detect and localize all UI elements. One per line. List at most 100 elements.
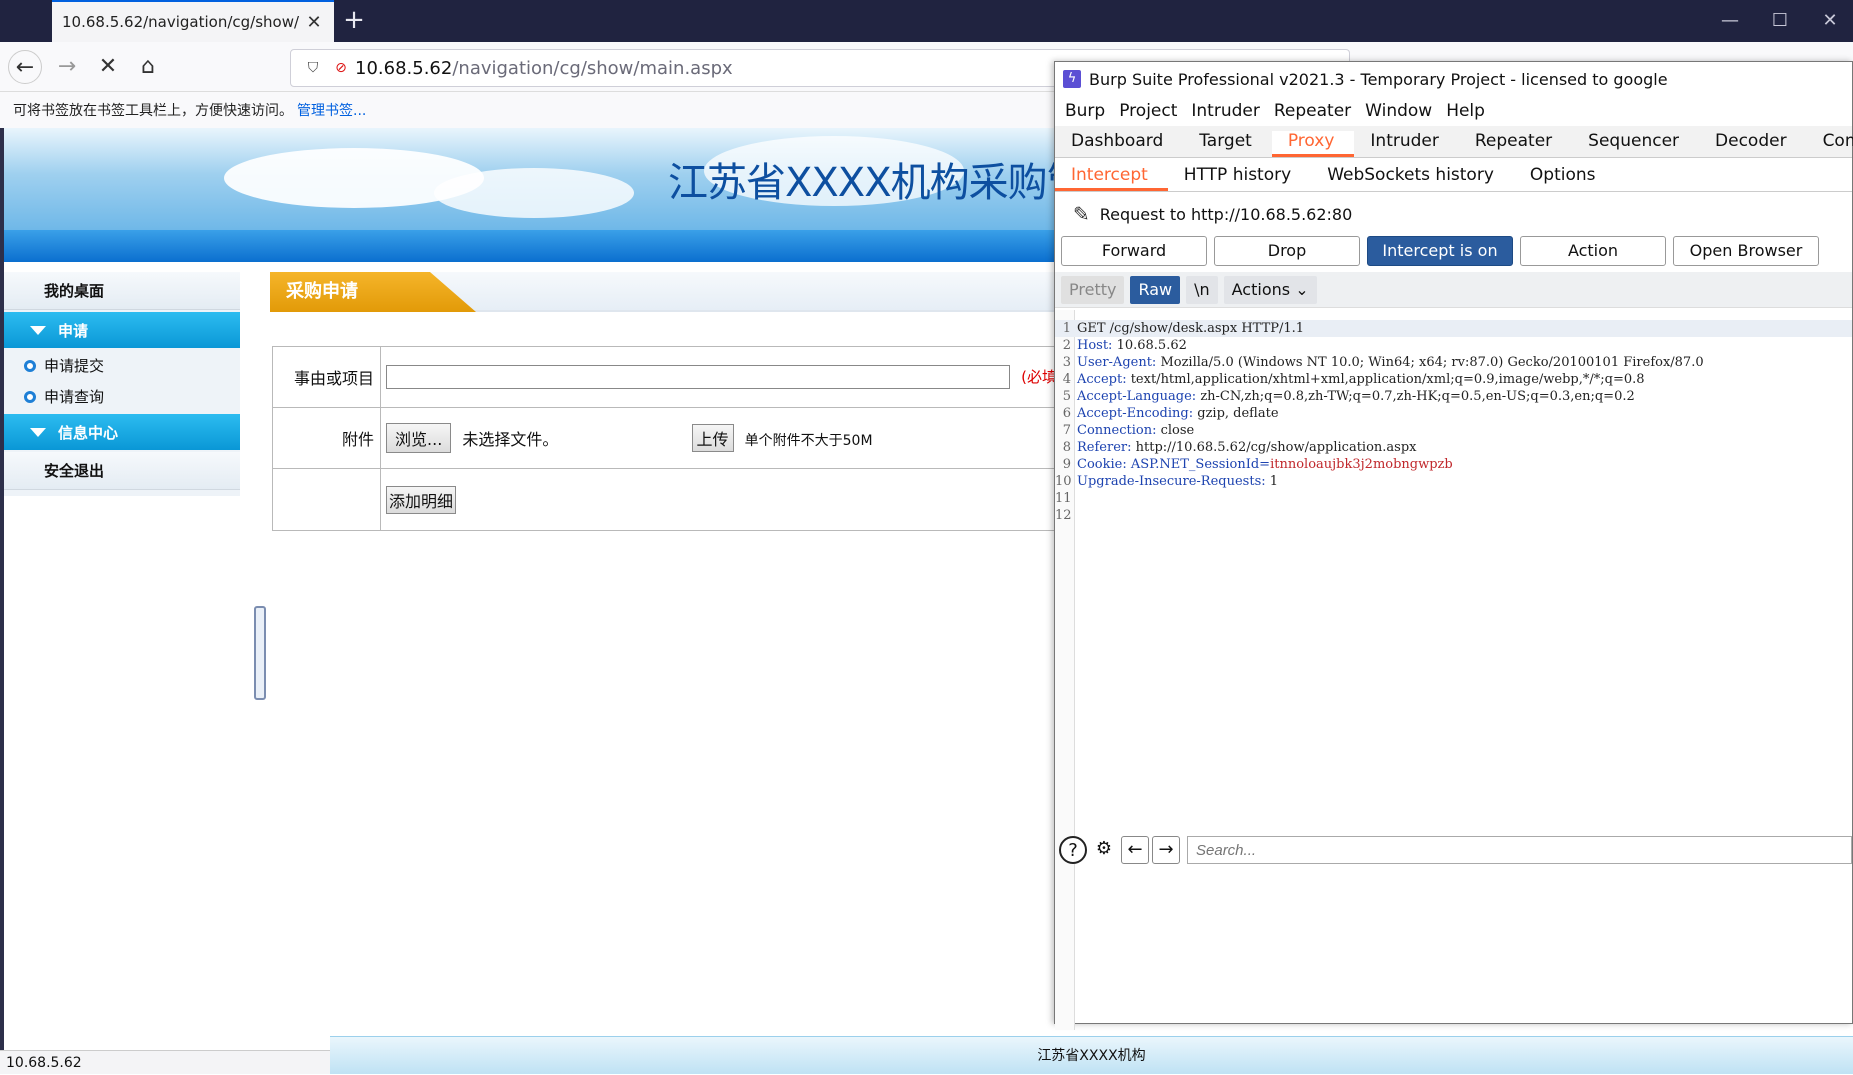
minimize-icon[interactable]: — (1710, 8, 1750, 34)
request-line: 11 (1055, 491, 1072, 506)
pretty-button[interactable]: Pretty (1061, 275, 1125, 304)
request-line: 5 Accept-Language: zh-CN,zh;q=0.8,zh-TW;q… (1062, 389, 1635, 404)
reason-input[interactable] (386, 365, 1011, 389)
home-icon[interactable]: ⌂ (131, 50, 165, 84)
burp-window-title: Burp Suite Professional v2021.3 - Tempor… (1089, 69, 1668, 89)
burp-titlebar: ϟ Burp Suite Professional v2021.3 - Temp… (1055, 62, 1852, 96)
actions-label: Actions (1231, 279, 1291, 299)
sidebar-group-info[interactable]: 信息中心 (4, 414, 240, 450)
pencil-icon[interactable]: ✎ (1073, 202, 1090, 226)
menu-burp[interactable]: Burp (1065, 101, 1105, 121)
maximize-icon[interactable]: ☐ (1760, 8, 1800, 34)
sidebar-group-label: 申请 (58, 321, 89, 340)
request-line: 4 Accept: text/html,application/xhtml+xml… (1062, 372, 1645, 387)
raw-button[interactable]: Raw (1130, 275, 1181, 304)
search-next-icon[interactable]: → (1152, 836, 1180, 864)
tab-comparer[interactable]: Compa (1807, 131, 1853, 157)
attachment-label: 附件 (271, 407, 382, 469)
newline-toggle-button[interactable]: \n (1186, 275, 1218, 304)
menu-repeater[interactable]: Repeater (1274, 101, 1351, 121)
section-title: 采购申请 (270, 272, 476, 312)
request-line: 10 Upgrade-Insecure-Requests: 1 (1055, 474, 1279, 489)
drop-button[interactable]: Drop (1214, 236, 1360, 266)
sidebar-item-label: 申请提交 (44, 357, 105, 375)
site-footer: 江苏省XXXX机构 (330, 1036, 1853, 1074)
url-path: /navigation/cg/show/main.aspx (452, 57, 733, 79)
request-line: 9 Cookie: ASP.NET_SessionId=itnnoloaujbk3… (1062, 457, 1453, 472)
required-note: (必填 (1021, 367, 1057, 386)
browse-button[interactable]: 浏览... (386, 423, 452, 453)
tab-websockets-history[interactable]: WebSockets history (1311, 165, 1514, 191)
chevron-down-icon: ⌄ (1295, 279, 1309, 299)
sidebar-group-label: 信息中心 (58, 423, 119, 442)
sidebar-item-apply-query[interactable]: 申请查询 (4, 381, 240, 412)
burp-logo-icon: ϟ (1063, 70, 1081, 88)
request-target-text: Request to http://10.68.5.62:80 (1099, 204, 1353, 224)
sidebar-item-logout[interactable]: 安全退出 (4, 452, 240, 490)
url-host: 10.68.5.62 (355, 57, 453, 79)
status-url: 10.68.5.62 (0, 1050, 330, 1074)
intercept-buttons: Forward Drop Intercept is on Action Open… (1061, 236, 1826, 266)
menu-window[interactable]: Window (1365, 101, 1432, 121)
request-editor[interactable]: 1 GET /cg/show/desk.aspx HTTP/1.1 2 Host: … (1055, 310, 1852, 1030)
search-input[interactable] (1187, 836, 1852, 864)
triangle-down-icon (30, 325, 46, 335)
no-file-text: 未选择文件。 (462, 430, 559, 449)
tab-http-history[interactable]: HTTP history (1168, 165, 1311, 191)
tab-options[interactable]: Options (1514, 165, 1616, 191)
open-browser-button[interactable]: Open Browser (1673, 236, 1819, 266)
tab-sequencer[interactable]: Sequencer (1572, 131, 1699, 157)
request-line: 1 GET /cg/show/desk.aspx HTTP/1.1 (1055, 320, 1852, 337)
sidebar-item-label: 申请查询 (44, 388, 105, 406)
back-icon[interactable]: ← (8, 50, 42, 84)
new-tab-button[interactable]: + (340, 6, 368, 34)
bookmark-hint: 可将书签放在书签工具栏上，方便快速访问。 (13, 103, 293, 119)
banner-bar (4, 230, 1056, 262)
request-line: 3 User-Agent: Mozilla/5.0 (Windows NT 10.… (1062, 355, 1704, 370)
gear-icon[interactable]: ⚙ (1090, 836, 1118, 864)
add-detail-button[interactable]: 添加明细 (386, 485, 457, 514)
forward-button[interactable]: Forward (1061, 236, 1207, 266)
sidebar-item-desk[interactable]: 我的桌面 (4, 272, 240, 310)
request-line: 8 Referer: http://10.68.5.62/cg/show/appl… (1062, 440, 1417, 455)
triangle-down-icon (30, 427, 46, 437)
editor-bottom-bar: ? ⚙ ← → (1055, 832, 1852, 868)
bullet-icon (24, 390, 36, 403)
upload-button[interactable]: 上传 (691, 424, 734, 452)
menu-intruder[interactable]: Intruder (1191, 101, 1259, 121)
menu-project[interactable]: Project (1119, 101, 1177, 121)
manage-bookmarks-link[interactable]: 管理书签... (297, 100, 366, 120)
tab-decoder[interactable]: Decoder (1699, 131, 1807, 157)
action-button[interactable]: Action (1520, 236, 1666, 266)
close-tab-icon[interactable]: ✕ (304, 12, 324, 33)
sidebar-item-apply-submit[interactable]: 申请提交 (4, 350, 240, 381)
tab-repeater[interactable]: Repeater (1459, 131, 1572, 157)
tab-intercept[interactable]: Intercept (1055, 165, 1168, 191)
empty-label-cell (271, 468, 382, 531)
shield-icon[interactable]: ⛉ (299, 60, 327, 76)
tab-proxy[interactable]: Proxy (1271, 131, 1355, 157)
tab-target[interactable]: Target (1183, 131, 1272, 157)
section-header: 采购申请 (270, 272, 1056, 312)
stop-icon[interactable]: ✕ (91, 50, 125, 84)
actions-dropdown[interactable]: Actions ⌄ (1223, 275, 1317, 304)
bullet-icon (24, 359, 36, 372)
application-form: 事由或项目 (必填 附件 浏览... 未选择文件。 上传 单个附件不大于50M … (271, 346, 1058, 531)
sidebar-collapse-handle[interactable] (254, 606, 266, 700)
request-line: 6 Accept-Encoding: gzip, deflate (1062, 406, 1279, 421)
search-previous-icon[interactable]: ← (1121, 836, 1149, 864)
help-icon[interactable]: ? (1059, 836, 1087, 864)
tab-dashboard[interactable]: Dashboard (1055, 131, 1183, 157)
tab-intruder[interactable]: Intruder (1354, 131, 1458, 157)
reason-label: 事由或项目 (271, 346, 382, 408)
sidebar-group-apply[interactable]: 申请 (4, 312, 240, 348)
menu-help[interactable]: Help (1446, 101, 1485, 121)
request-line: 12 (1055, 508, 1072, 523)
browser-tab[interactable]: 10.68.5.62/navigation/cg/show/ ✕ (52, 0, 334, 42)
insecure-lock-icon[interactable]: ⊘ (327, 60, 355, 76)
intercept-toggle-button[interactable]: Intercept is on (1367, 236, 1513, 266)
close-window-icon[interactable]: ✕ (1810, 8, 1850, 34)
site-title: 江苏省XXXX机构采购管 (668, 160, 1087, 206)
sidebar: 我的桌面 申请 申请提交 申请查询 信息中心 安全退出 (4, 272, 240, 496)
forward-icon[interactable]: → (50, 50, 84, 84)
